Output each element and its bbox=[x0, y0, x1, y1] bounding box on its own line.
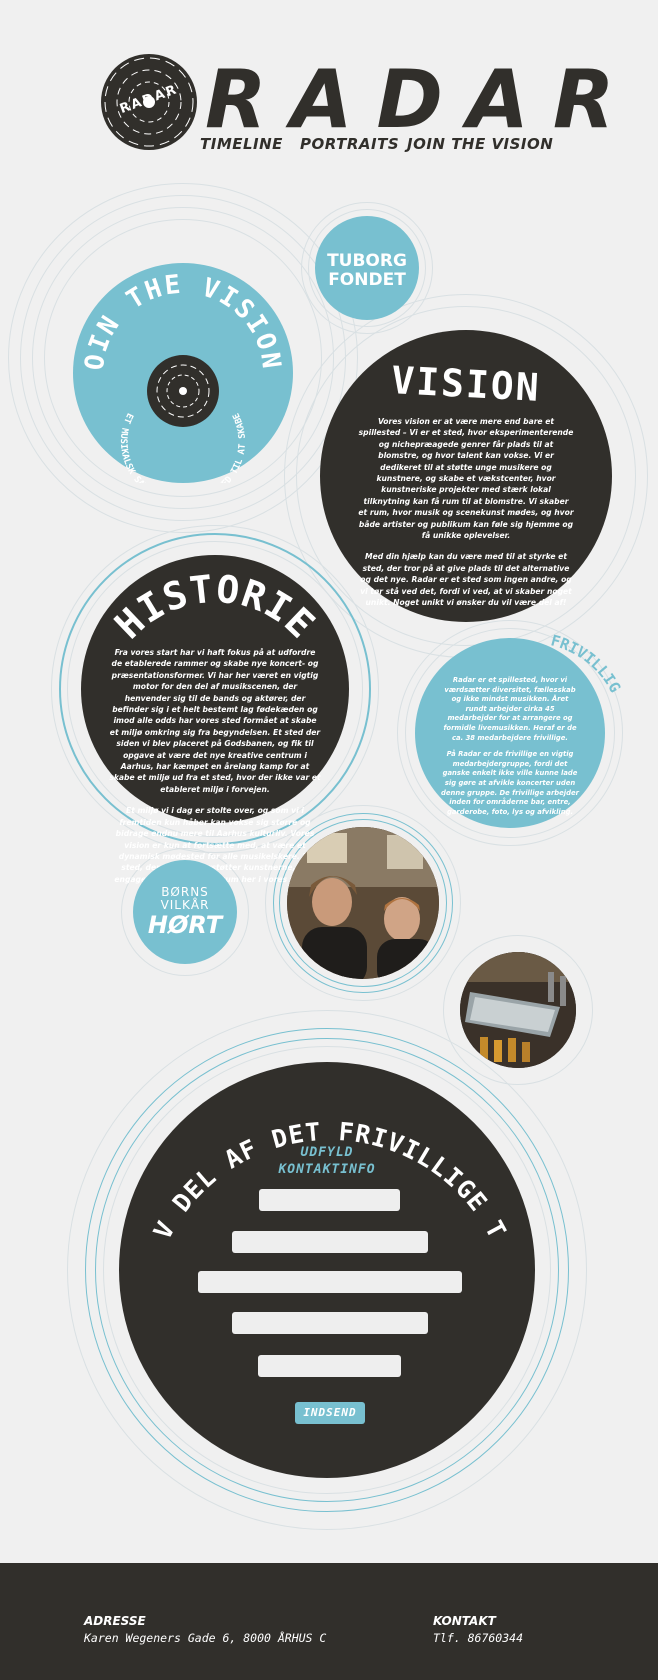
vision-section: VISION Vores vision er at være mere end … bbox=[320, 330, 612, 622]
logo-icon[interactable]: RADAR bbox=[101, 54, 197, 150]
svg-text:HISTORIE: HISTORIE bbox=[106, 567, 323, 648]
vision-paragraph-1: Vores vision er at være mere end bare et… bbox=[358, 417, 574, 541]
nav-portraits[interactable]: PORTRAITS bbox=[300, 135, 399, 153]
svg-text:FRIVILLIG: FRIVILLIG bbox=[549, 631, 624, 695]
vision-text: Vores vision er at være mere end bare et… bbox=[358, 416, 574, 619]
footer-contact-value[interactable]: Tlf. 86760344 bbox=[433, 1631, 523, 1645]
brand-wordmark[interactable]: RADAR bbox=[205, 55, 638, 145]
bar-photo bbox=[460, 952, 576, 1068]
join-the-vision-badge[interactable]: JOIN THE VISION! ET MUSIKALSK SAMLINGSPU… bbox=[73, 263, 293, 483]
volunteers-photo-art bbox=[287, 827, 439, 979]
signup-field-2[interactable] bbox=[232, 1231, 428, 1253]
signup-prompt: UDFYLD KONTAKTINFO bbox=[119, 1144, 535, 1178]
frivillig-paragraph-2: På Radar er de frivillige en vigtig meda… bbox=[441, 750, 579, 816]
bar-photo-art bbox=[460, 952, 576, 1068]
frivillig-arc-title: FRIVILLIG bbox=[549, 631, 624, 695]
historie-paragraph-1: Fra vores start har vi haft fokus på at … bbox=[109, 648, 321, 794]
tuborg-fondet-badge[interactable]: TUBORG FONDET bbox=[315, 216, 419, 320]
submit-button[interactable]: INDSEND bbox=[295, 1402, 365, 1424]
frivillig-title: FRIVILLIG bbox=[549, 631, 624, 695]
signup-field-4[interactable] bbox=[232, 1312, 428, 1334]
footer: ADRESSE Karen Wegeners Gade 6, 8000 ÅRHU… bbox=[0, 1563, 658, 1680]
signup-prompt-line2: KONTAKTINFO bbox=[278, 1162, 376, 1177]
historie-section: HISTORIE Fra vores start har vi haft fok… bbox=[81, 555, 349, 895]
signup-field-1[interactable] bbox=[259, 1189, 400, 1211]
historie-text: Fra vores start har vi haft fokus på at … bbox=[109, 647, 321, 907]
nav-join-the-vision[interactable]: JOIN THE VISION bbox=[407, 135, 553, 153]
tuborg-line2: FONDET bbox=[328, 270, 406, 290]
borns-line3: HØRT bbox=[147, 911, 223, 939]
footer-address-value: Karen Wegeners Gade 6, 8000 ÅRHUS C bbox=[84, 1631, 327, 1645]
nav-timeline[interactable]: TIMELINE bbox=[200, 135, 283, 153]
footer-contact-label: KONTAKT bbox=[433, 1614, 496, 1628]
signup-field-5[interactable] bbox=[258, 1355, 401, 1377]
vision-paragraph-2: Med din hjælp kan du være med til at sty… bbox=[360, 552, 572, 608]
join-arc-text: JOIN THE VISION! ET MUSIKALSK SAMLINGSPU… bbox=[73, 263, 284, 483]
tuborg-line1: TUBORG bbox=[327, 251, 407, 271]
historie-title: HISTORIE bbox=[106, 567, 322, 648]
footer-address-label: ADRESSE bbox=[84, 1614, 146, 1628]
borns-vilkar-badge[interactable]: BØRNS VILKÅR HØRT bbox=[133, 860, 237, 964]
signup-field-3[interactable] bbox=[198, 1271, 462, 1293]
signup-prompt-line1: UDFYLD bbox=[300, 1145, 354, 1160]
volunteers-photo bbox=[287, 827, 439, 979]
